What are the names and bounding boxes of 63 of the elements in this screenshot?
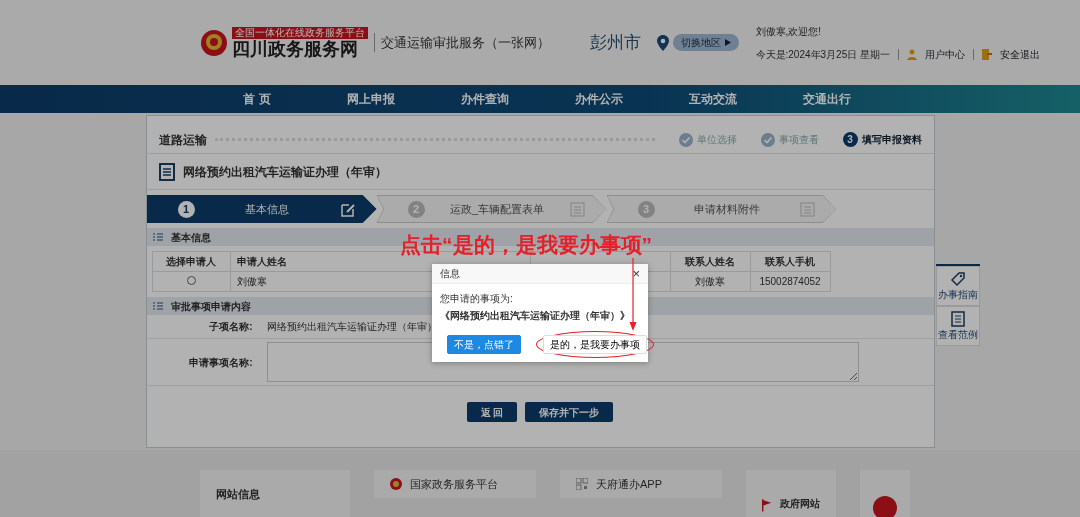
section-heading: 基本信息 bbox=[170, 230, 211, 245]
dialog-title: 信息 bbox=[440, 267, 460, 281]
field-label: 子项名称: bbox=[208, 320, 254, 334]
nav-link[interactable]: 办件公示 bbox=[542, 90, 656, 108]
field-label: 申请事项名称: bbox=[188, 355, 254, 370]
list-icon bbox=[152, 233, 163, 241]
form-title: 网络预约出租汽车运输证办理（年审） bbox=[182, 163, 387, 181]
header-link[interactable]: 安全退出 bbox=[1000, 46, 1040, 62]
field-value: 网络预约出租汽车运输证办理（年审） bbox=[266, 320, 437, 334]
footer-link[interactable]: 国家政务服务平台 bbox=[374, 470, 536, 498]
table-cell: 15002874052 bbox=[759, 276, 821, 287]
nav-link[interactable]: 首 页 bbox=[200, 90, 314, 108]
table-cell: 刘傲寒 bbox=[236, 276, 267, 287]
action-button[interactable]: 返 回 bbox=[466, 402, 518, 422]
site-subtitle: 交通运输审批服务（一张网） bbox=[374, 32, 550, 53]
document-icon bbox=[951, 310, 965, 327]
exit-icon bbox=[982, 48, 992, 60]
list-icon bbox=[152, 302, 163, 310]
wizard-step[interactable]: 1 基本信息 bbox=[146, 195, 377, 223]
emblem-icon bbox=[390, 478, 402, 490]
action-button[interactable]: 保存并下一步 bbox=[525, 402, 614, 422]
logo-name: 四川政务服务网 bbox=[232, 38, 358, 59]
step-label: 单位选择 bbox=[696, 133, 737, 147]
column-header: 申请人姓名 bbox=[236, 256, 287, 267]
table-cell: 刘傲寒 bbox=[695, 276, 725, 287]
list-icon bbox=[799, 201, 815, 217]
document-icon bbox=[158, 162, 175, 181]
nav-link[interactable]: 办件查询 bbox=[428, 90, 542, 108]
nav-link[interactable]: 互动交流 bbox=[656, 90, 770, 108]
switch-region-button[interactable]: 切换地区 bbox=[673, 34, 739, 51]
edit-icon bbox=[339, 201, 355, 217]
dialog-item-name: 《网络预约出租汽车运输证办理（年审）》 bbox=[440, 309, 631, 322]
step-number: 3 bbox=[842, 132, 858, 147]
footer-link[interactable]: 天府通办APP bbox=[560, 470, 722, 498]
header-link[interactable]: 用户中心 bbox=[925, 46, 965, 62]
dialog-message: 您申请的事项为: bbox=[440, 292, 514, 305]
step-label: 填写申报资料 bbox=[861, 133, 922, 147]
dialog-button[interactable]: 不是，点错了 bbox=[447, 335, 521, 354]
greeting-text: 刘傲寒,欢迎您! bbox=[755, 24, 823, 39]
emblem-icon bbox=[873, 496, 897, 517]
step-label: 事项查看 bbox=[778, 133, 819, 147]
nav-link[interactable]: 交通出行 bbox=[770, 90, 884, 108]
column-header: 选择申请人 bbox=[166, 256, 216, 267]
annotation-text: 点击“是的，是我要办事项” bbox=[400, 232, 652, 258]
gov-site-label: 政府网站 bbox=[780, 497, 820, 511]
nav-link[interactable]: 网上申报 bbox=[314, 90, 428, 108]
flag-icon bbox=[762, 496, 772, 514]
tag-icon bbox=[950, 270, 966, 287]
logo-tagline: 全国一体化在线政务服务平台 bbox=[232, 26, 368, 39]
date-text: 今天是:2024年3月25日 星期一 bbox=[755, 47, 890, 62]
section-heading: 审批事项申请内容 bbox=[170, 299, 251, 314]
location-pin-icon bbox=[657, 34, 669, 51]
section-title: 道路运输 bbox=[158, 131, 207, 149]
user-icon bbox=[907, 48, 917, 60]
city-name: 彭州市 bbox=[590, 31, 641, 54]
qr-code-icon bbox=[576, 478, 588, 490]
column-header: 联系人手机 bbox=[765, 256, 815, 267]
info-title: 网站信息 bbox=[216, 487, 261, 502]
emblem-icon bbox=[200, 28, 228, 57]
list-icon bbox=[569, 201, 585, 217]
dialog-button[interactable]: 是的，是我要办事项 bbox=[543, 335, 647, 354]
column-header: 联系人姓名 bbox=[685, 256, 735, 267]
caret-icon bbox=[725, 39, 731, 46]
